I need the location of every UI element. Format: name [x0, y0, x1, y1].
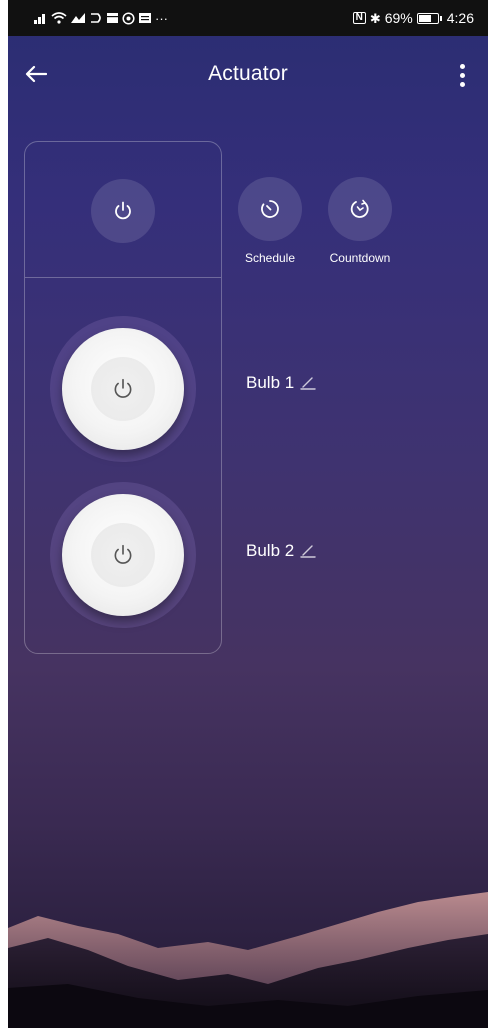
bulb-2-switch-ring	[50, 482, 196, 628]
countdown-timer-icon	[350, 199, 369, 218]
status-right: N ✱ 69% 4:26	[352, 10, 474, 26]
countdown-button[interactable]: Countdown	[328, 177, 392, 265]
panel-divider	[25, 277, 221, 278]
schedule-clock-icon	[261, 200, 279, 218]
nfc-icon: N	[352, 12, 366, 24]
app-header: Actuator	[8, 36, 488, 116]
right-border	[488, 0, 494, 1028]
app-screen: ··· N ✱ 69% 4:26 Actuator Schedule Count…	[8, 0, 488, 1028]
left-border	[0, 0, 8, 1028]
bulb-1-power-switch[interactable]	[62, 328, 184, 450]
status-left: ···	[34, 12, 168, 25]
more-notifications-icon: ···	[155, 10, 168, 26]
more-options-button[interactable]	[450, 58, 474, 92]
more-dot	[459, 72, 465, 78]
schedule-circle	[238, 177, 302, 241]
bluetooth-icon: ✱	[369, 10, 381, 26]
signal-icon	[34, 14, 45, 24]
bulb-2-label: Bulb 2	[246, 541, 295, 560]
bulb-1-switch-ring	[50, 316, 196, 462]
more-dot	[459, 81, 465, 87]
switch-panel	[24, 141, 222, 654]
calendar-icon	[107, 13, 118, 23]
mail-icon	[71, 13, 85, 23]
power-icon	[114, 378, 132, 398]
status-bar: ··· N ✱ 69% 4:26	[8, 0, 488, 36]
power-icon	[114, 544, 132, 564]
bulb-2-power-switch[interactable]	[62, 494, 184, 616]
edit-pencil-icon[interactable]	[300, 544, 316, 558]
bulb-1-name[interactable]: Bulb 1	[246, 373, 316, 393]
bulb-2-switch-inner	[91, 523, 155, 587]
bulb-2-name[interactable]: Bulb 2	[246, 541, 316, 561]
countdown-circle	[328, 177, 392, 241]
battery-level	[418, 14, 431, 22]
countdown-label: Countdown	[329, 251, 391, 265]
page-title: Actuator	[208, 62, 288, 85]
bulb-1-switch-inner	[91, 357, 155, 421]
schedule-label: Schedule	[244, 251, 296, 265]
cast-icon	[91, 13, 101, 23]
whatsapp-icon	[122, 11, 135, 25]
battery-icon	[416, 12, 442, 24]
wifi-icon	[51, 12, 67, 24]
battery-percent: 69%	[384, 10, 413, 26]
bulb-1-label: Bulb 1	[246, 373, 295, 392]
power-icon	[115, 201, 131, 220]
edit-pencil-icon[interactable]	[300, 376, 316, 390]
master-power-button[interactable]	[91, 179, 155, 243]
more-dot	[459, 63, 465, 69]
clock: 4:26	[446, 10, 474, 26]
inbox-icon	[139, 13, 151, 23]
schedule-button[interactable]: Schedule	[238, 177, 302, 265]
mountain-background	[8, 892, 488, 1028]
